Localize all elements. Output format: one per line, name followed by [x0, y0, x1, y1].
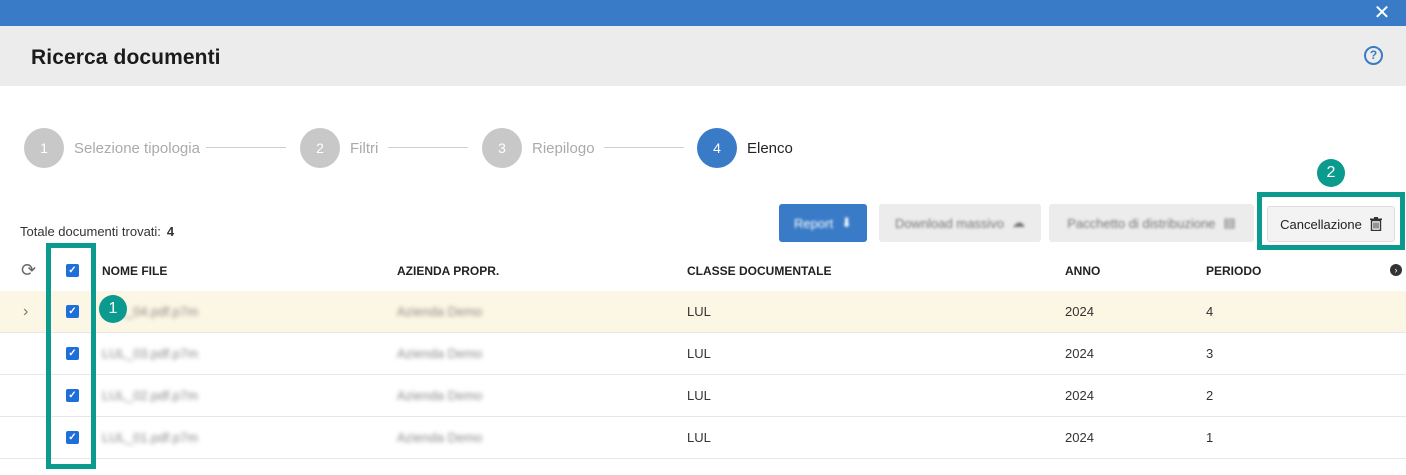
step-riepilogo[interactable]: 3 Riepilogo: [482, 128, 595, 168]
help-icon[interactable]: ?: [1364, 46, 1383, 65]
cancellazione-button[interactable]: Cancellazione: [1267, 206, 1395, 242]
step-label: Filtri: [350, 139, 379, 157]
column-header-azienda[interactable]: AZIENDA PROPR.: [397, 264, 499, 278]
table-row[interactable]: › ✓ LUL_04.pdf.p7m Azienda Demo LUL 2024…: [0, 291, 1406, 333]
table-row[interactable]: ✓ LUL_03.pdf.p7m Azienda Demo LUL 2024 3: [0, 333, 1406, 375]
row-checkbox[interactable]: ✓: [66, 347, 79, 360]
column-menu-icon[interactable]: ›: [1390, 264, 1402, 276]
column-header-periodo[interactable]: PERIODO: [1206, 264, 1261, 278]
cancel-label: Cancellazione: [1280, 216, 1362, 232]
cell-azienda: Azienda Demo: [397, 430, 483, 445]
download-arrow-icon: ⬇: [841, 215, 852, 230]
select-all-checkbox[interactable]: ✓: [66, 264, 79, 277]
close-icon[interactable]: ✕: [1372, 3, 1392, 23]
page-header: Ricerca documenti ?: [0, 26, 1406, 86]
cell-anno: 2024: [1065, 430, 1094, 445]
total-count: 4: [166, 224, 175, 239]
cell-file: LUL_01.pdf.p7m: [102, 430, 199, 445]
step-filtri[interactable]: 2 Filtri: [300, 128, 378, 168]
cell-classe: LUL: [687, 388, 711, 403]
row-checkbox[interactable]: ✓: [66, 431, 79, 444]
step-connector: [206, 147, 286, 148]
table-row[interactable]: ✓ LUL_01.pdf.p7m Azienda Demo LUL 2024 1: [0, 417, 1406, 459]
cloud-download-icon: ☁: [1012, 215, 1026, 230]
chevron-right-icon[interactable]: ›: [23, 303, 28, 321]
step-elenco[interactable]: 4 Elenco: [697, 128, 793, 168]
cell-classe: LUL: [687, 346, 711, 361]
cell-anno: 2024: [1065, 304, 1094, 319]
cell-periodo: 3: [1206, 346, 1214, 361]
cell-anno: 2024: [1065, 346, 1094, 361]
report-button[interactable]: Report ⬇: [779, 204, 867, 242]
cell-classe: LUL: [687, 304, 711, 319]
report-label: Report: [794, 215, 834, 231]
cell-anno: 2024: [1065, 388, 1094, 403]
cell-periodo: 2: [1206, 388, 1214, 403]
trash-icon: [1369, 217, 1382, 231]
cell-periodo: 1: [1206, 430, 1214, 445]
refresh-icon[interactable]: ⟳: [21, 261, 39, 279]
step-selezione-tipologia[interactable]: 1 Selezione tipologia: [24, 128, 200, 168]
row-checkbox[interactable]: ✓: [66, 305, 79, 318]
download-label: Download massivo: [894, 215, 1005, 231]
step-number: 3: [482, 128, 522, 168]
document-icon: ▤: [1223, 215, 1236, 230]
pacchetto-label: Pacchetto di distribuzione: [1067, 215, 1216, 231]
cell-classe: LUL: [687, 430, 711, 445]
cell-azienda: Azienda Demo: [397, 304, 483, 319]
cell-file: LUL_02.pdf.p7m: [102, 388, 199, 403]
step-label: Selezione tipologia: [74, 139, 200, 157]
row-checkbox[interactable]: ✓: [66, 389, 79, 402]
step-label: Elenco: [747, 139, 793, 157]
pacchetto-distribuzione-button[interactable]: Pacchetto di distribuzione ▤: [1049, 204, 1254, 242]
column-header-nome-file[interactable]: NOME FILE: [102, 264, 167, 278]
step-connector: [388, 147, 468, 148]
cell-azienda: Azienda Demo: [397, 346, 483, 361]
annotation-badge-2: 2: [1317, 159, 1345, 187]
table-row[interactable]: ✓ LUL_02.pdf.p7m Azienda Demo LUL 2024 2: [0, 375, 1406, 417]
annotation-badge-1: 1: [99, 295, 127, 323]
step-number: 1: [24, 128, 64, 168]
step-number: 4: [697, 128, 737, 168]
page-title: Ricerca documenti: [31, 46, 221, 69]
cell-periodo: 4: [1206, 304, 1214, 319]
total-documents: Totale documenti trovati: 4: [20, 224, 174, 239]
column-header-anno[interactable]: ANNO: [1065, 264, 1100, 278]
download-massivo-button[interactable]: Download massivo ☁: [879, 204, 1041, 242]
cell-file: LUL_03.pdf.p7m: [102, 346, 199, 361]
title-bar: ✕: [0, 0, 1406, 26]
cell-azienda: Azienda Demo: [397, 388, 483, 403]
step-connector: [604, 147, 684, 148]
step-label: Riepilogo: [532, 139, 595, 157]
step-number: 2: [300, 128, 340, 168]
column-header-classe[interactable]: CLASSE DOCUMENTALE: [687, 264, 831, 278]
total-label: Totale documenti trovati:: [20, 224, 161, 239]
